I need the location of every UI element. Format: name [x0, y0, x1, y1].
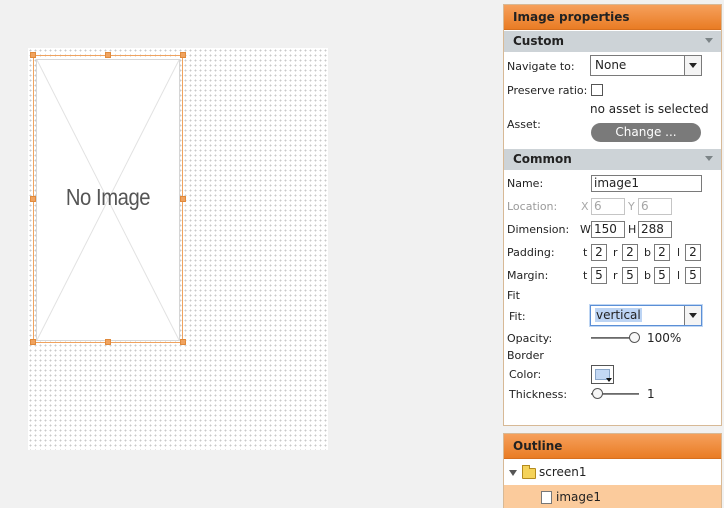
border-heading: Border	[507, 349, 544, 362]
fit-label: Fit:	[509, 310, 526, 323]
height-input[interactable]: 288	[638, 221, 672, 238]
tree-item-label: screen1	[539, 465, 587, 479]
chevron-down-icon	[684, 306, 701, 325]
margin-l-label: l	[677, 269, 681, 282]
padding-t-label: t	[583, 246, 588, 259]
navigate-select[interactable]: None	[590, 55, 702, 76]
margin-bottom-input[interactable]: 5	[654, 267, 670, 284]
asset-label: Asset:	[507, 118, 541, 131]
thickness-slider-thumb[interactable]	[592, 388, 603, 399]
resize-handle-bottom-right[interactable]	[180, 339, 186, 345]
resize-handle-top[interactable]	[105, 52, 111, 58]
padding-l-label: l	[677, 246, 681, 259]
section-custom-label: Custom	[513, 34, 564, 48]
image-properties-panel: Image properties Custom Navigate to: Non…	[503, 4, 722, 426]
chevron-down-icon	[684, 56, 701, 75]
image-file-icon	[541, 491, 552, 504]
thickness-value: 1	[647, 387, 655, 401]
resize-handle-bottom[interactable]	[105, 339, 111, 345]
outline-panel: Outline screen1 image1	[503, 433, 722, 508]
no-image-label: No Image	[65, 184, 151, 210]
color-label: Color:	[509, 368, 542, 381]
resize-handle-top-left[interactable]	[30, 52, 36, 58]
fit-select[interactable]: vertical	[590, 305, 702, 326]
collapse-arrow-icon	[705, 156, 713, 161]
margin-top-input[interactable]: 5	[591, 267, 607, 284]
margin-r-label: r	[613, 269, 618, 282]
resize-handle-left[interactable]	[30, 196, 36, 202]
opacity-value: 100%	[647, 331, 682, 345]
margin-b-label: b	[644, 269, 651, 282]
padding-right-input[interactable]: 2	[622, 244, 638, 261]
padding-bottom-input[interactable]: 2	[654, 244, 670, 261]
folder-icon	[522, 465, 536, 479]
border-color-picker[interactable]	[591, 365, 614, 384]
preserve-ratio-label: Preserve ratio:	[507, 84, 588, 97]
padding-top-input[interactable]: 2	[591, 244, 607, 261]
opacity-slider-thumb[interactable]	[629, 332, 640, 343]
x-label: X	[581, 200, 589, 213]
navigate-value: None	[595, 58, 627, 72]
outline-title: Outline	[504, 434, 721, 459]
h-label: H	[628, 223, 637, 236]
name-input[interactable]: image1	[591, 175, 702, 192]
tree-item-image1[interactable]: image1	[504, 485, 721, 508]
y-label: Y	[628, 200, 635, 213]
w-label: W	[580, 223, 591, 236]
dimension-label: Dimension:	[507, 223, 570, 236]
section-common-label: Common	[513, 152, 572, 166]
collapse-arrow-icon	[705, 38, 713, 43]
chevron-down-icon	[606, 378, 612, 382]
margin-left-input[interactable]: 5	[685, 267, 701, 284]
margin-t-label: t	[583, 269, 588, 282]
tree-item-screen1[interactable]: screen1	[504, 460, 721, 485]
preserve-ratio-checkbox[interactable]	[591, 84, 603, 96]
resize-handle-top-right[interactable]	[180, 52, 186, 58]
name-label: Name:	[507, 177, 544, 190]
asset-status: no asset is selected	[590, 102, 709, 116]
location-x-input[interactable]: 6	[591, 198, 625, 215]
resize-handle-bottom-left[interactable]	[30, 339, 36, 345]
margin-right-input[interactable]: 5	[622, 267, 638, 284]
padding-b-label: b	[644, 246, 651, 259]
fit-heading: Fit	[507, 289, 520, 302]
padding-label: Padding:	[507, 246, 555, 259]
location-label: Location:	[507, 200, 558, 213]
width-input[interactable]: 150	[591, 221, 625, 238]
navigate-label: Navigate to:	[507, 60, 575, 73]
resize-handle-right[interactable]	[180, 196, 186, 202]
padding-left-input[interactable]: 2	[685, 244, 701, 261]
image-widget[interactable]: No Image	[36, 59, 180, 341]
location-y-input[interactable]: 6	[638, 198, 672, 215]
expand-arrow-icon[interactable]	[509, 470, 517, 476]
section-custom[interactable]: Custom	[504, 31, 721, 52]
change-asset-button[interactable]: Change ...	[591, 123, 701, 142]
fit-value: vertical	[595, 308, 642, 322]
tree-item-label: image1	[556, 490, 602, 504]
thickness-label: Thickness:	[509, 388, 568, 401]
panel-title: Image properties	[504, 5, 721, 30]
padding-r-label: r	[613, 246, 618, 259]
opacity-label: Opacity:	[507, 332, 553, 345]
margin-label: Margin:	[507, 269, 549, 282]
section-common[interactable]: Common	[504, 149, 721, 170]
